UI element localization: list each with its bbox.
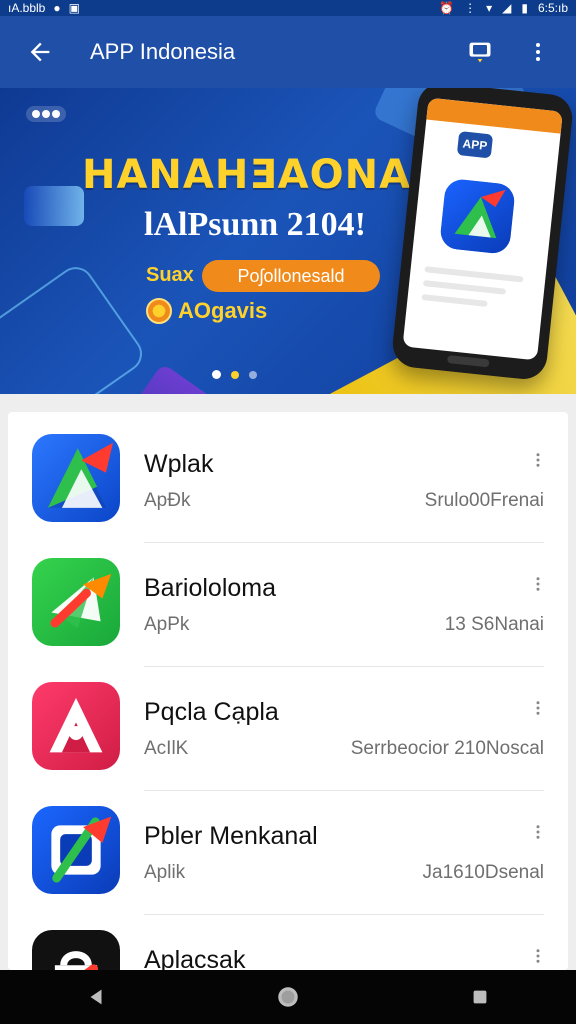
carousel-indicators <box>212 370 257 379</box>
banner-promo-label: Suax <box>146 264 194 286</box>
phone-home-button <box>447 355 490 368</box>
back-button[interactable] <box>12 24 68 80</box>
cast-button[interactable] <box>456 28 504 76</box>
phone-line <box>421 294 488 307</box>
more-vert-icon <box>536 577 540 591</box>
image-icon: ▣ <box>68 1 80 15</box>
phone-mockup: APP <box>390 88 575 382</box>
arrow-left-icon <box>30 42 50 62</box>
app-name: Pbler Menkanal <box>144 822 318 850</box>
banner-promo-button-label: Poʃollonesald <box>237 265 345 286</box>
list-item[interactable]: Pqcla Cạpla AcIlK Serrbeocior 210Noscal <box>8 660 568 784</box>
app-logo-icon <box>440 179 515 254</box>
page-title: APP Indonesia <box>90 39 236 64</box>
banner-promo-button[interactable]: Poʃollonesald <box>202 260 380 292</box>
wifi-icon: ▾ <box>486 1 493 15</box>
app-name: Bariololoma <box>144 574 277 602</box>
app-meta: 13 S6Nanai <box>444 614 544 635</box>
carousel-dot[interactable] <box>212 370 221 379</box>
paper-plane-icon <box>32 558 120 646</box>
more-vert-icon <box>536 825 540 839</box>
alarm-icon: ⏰ <box>439 1 455 15</box>
phone-app-icon <box>439 177 516 255</box>
item-overflow-button[interactable] <box>526 696 550 720</box>
carousel-dot[interactable] <box>249 370 257 379</box>
item-overflow-button[interactable] <box>526 820 550 844</box>
phone-logo: APP <box>456 131 494 159</box>
app-icon-2 <box>32 558 120 646</box>
badge-circle-icon <box>146 298 172 324</box>
more-vert-icon <box>536 453 540 467</box>
nav-back-button[interactable] <box>68 977 124 1017</box>
nav-home-button[interactable] <box>260 977 316 1017</box>
system-navigation-bar <box>0 970 576 1024</box>
app-name: Wplak <box>144 450 214 478</box>
bag-icon <box>32 930 120 970</box>
status-left-text: ıA.bblb <box>8 1 46 15</box>
phone-line <box>424 266 524 283</box>
banner-logo <box>24 100 68 126</box>
vibrate-icon: ⋮ <box>464 1 477 15</box>
square-recents-icon <box>473 990 487 1004</box>
status-left: ıA.bblb ● ▣ <box>8 1 80 15</box>
list-item[interactable]: Pbler Menkanal Aplik Ja1610Dsenal <box>8 784 568 908</box>
item-overflow-button[interactable] <box>526 572 550 596</box>
phone-screen: APP <box>402 97 563 361</box>
carousel-dot[interactable] <box>231 370 239 379</box>
app-type: ApPk <box>144 614 190 635</box>
circle-home-icon <box>278 987 298 1007</box>
list-item[interactable]: Wplak ApĐk Srulo00Frenai <box>8 412 568 536</box>
app-icon-5 <box>32 930 120 970</box>
app-type: ApĐk <box>144 490 191 511</box>
notification-icon: ● <box>53 1 61 15</box>
banner-badge: AOgavis <box>146 298 267 324</box>
list-item[interactable]: Aplacsak <box>8 908 568 970</box>
phone-text-lines <box>419 266 535 337</box>
red-home-icon <box>32 682 120 770</box>
signal-icon: ◢ <box>502 1 512 15</box>
banner-subline: lAlPsunn 2104! <box>144 206 366 243</box>
banner-headline: HANAHƎAONAU <box>82 152 444 198</box>
phone-topbar <box>426 97 563 134</box>
item-overflow-button[interactable] <box>526 448 550 472</box>
banner-logo-icon <box>26 106 66 122</box>
banner-badge-text: AOgavis <box>178 298 268 323</box>
item-overflow-button[interactable] <box>526 944 550 968</box>
app-meta: Srulo00Frenai <box>424 490 544 511</box>
app-bar: APP Indonesia <box>0 16 576 88</box>
app-icon-3 <box>32 682 120 770</box>
app-type: Aplik <box>144 862 186 883</box>
battery-icon: ▮ <box>521 1 528 15</box>
status-right: ⏰ ⋮ ▾ ◢ ▮ 6:5:ıb <box>439 1 568 15</box>
more-vert-icon <box>536 949 540 963</box>
more-vert-icon <box>536 701 540 715</box>
app-meta: Ja1610Dsenal <box>422 862 544 883</box>
app-list: Wplak ApĐk Srulo00Frenai Bariololoma ApP… <box>8 412 568 970</box>
overflow-menu-button[interactable] <box>514 28 562 76</box>
status-bar: ıA.bblb ● ▣ ⏰ ⋮ ▾ ◢ ▮ 6:5:ıb <box>0 0 576 16</box>
app-icon-4 <box>32 806 120 894</box>
phone-line <box>422 280 506 295</box>
a-logo-icon <box>32 434 120 522</box>
promo-banner[interactable]: HANAHƎAONAU lAlPsunn 2104! Suax Poʃollon… <box>0 88 576 394</box>
banner-decoration <box>0 260 150 394</box>
app-type: AcIlK <box>144 738 189 759</box>
appbar-actions <box>456 28 562 76</box>
app-icon-1 <box>32 434 120 522</box>
list-item[interactable]: Bariololoma ApPk 13 S6Nanai <box>8 536 568 660</box>
nav-recents-button[interactable] <box>452 977 508 1017</box>
triangle-back-icon <box>90 989 102 1005</box>
clock-text: 6:5:ıb <box>537 1 568 15</box>
more-vert-icon <box>536 43 540 61</box>
app-name: Pqcla Cạpla <box>144 698 279 726</box>
app-meta: Serrbeocior 210Noscal <box>350 738 544 759</box>
cast-icon <box>469 42 491 63</box>
app-name: Aplacsak <box>144 946 246 970</box>
banner-decoration <box>24 186 84 226</box>
blue-b-icon <box>32 806 120 894</box>
